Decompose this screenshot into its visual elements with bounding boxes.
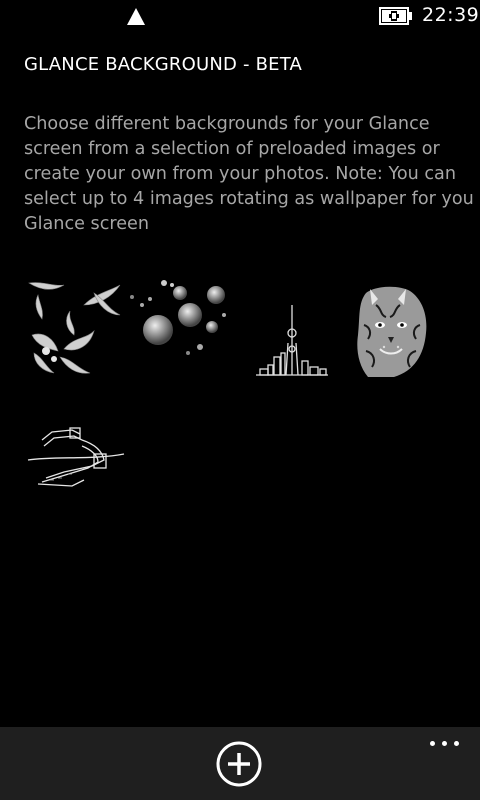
more-ellipsis-icon[interactable] [424, 731, 464, 755]
battery-charging-icon [379, 7, 412, 25]
thumbnail-lanterns[interactable] [128, 275, 232, 379]
thumbnail-city-skyline[interactable] [232, 275, 336, 379]
thumbnail-tiger[interactable] [336, 275, 440, 379]
ellipsis-dot [454, 741, 459, 746]
thumbnail-great-wall[interactable] [24, 410, 128, 514]
status-clock: 22:39 [422, 4, 480, 26]
signal-triangle-icon [127, 8, 145, 25]
app-bar [0, 727, 480, 800]
status-bar: 22:39 [0, 0, 480, 32]
bamboo-leaves-image [28, 282, 121, 374]
tiger-image [357, 286, 427, 377]
great-wall-image [27, 427, 125, 487]
city-skyline-image [256, 305, 328, 376]
lanterns-image [130, 280, 226, 355]
description-text: Choose different backgrounds for your Gl… [24, 114, 474, 234]
ellipsis-dot [430, 741, 435, 746]
thumbnail-bamboo-leaves[interactable] [24, 275, 128, 379]
ellipsis-dot [442, 741, 447, 746]
add-circle-icon[interactable] [216, 741, 262, 787]
page-title: GLANCE BACKGROUND - BETA [24, 54, 303, 75]
